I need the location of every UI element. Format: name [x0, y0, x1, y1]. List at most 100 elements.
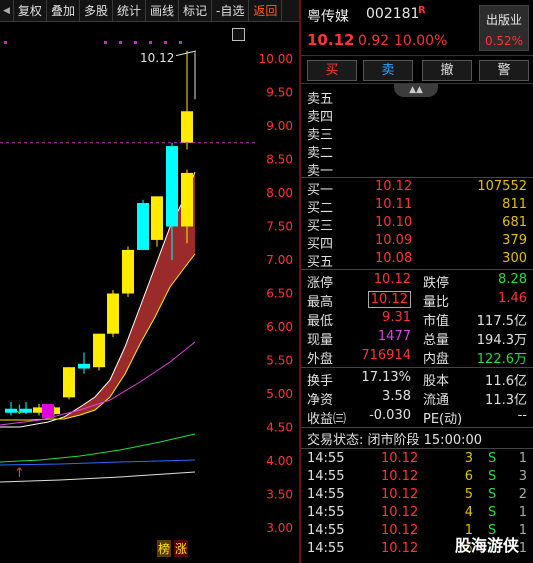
stock-name: 粤传媒 [307, 9, 349, 25]
y-tick-label: 6.50 [266, 287, 293, 301]
y-tick-label: 5.50 [266, 354, 293, 368]
stats-row: 最高 10.12 量比 1.46 [301, 291, 533, 310]
marker-dot [104, 41, 107, 44]
candle-body [137, 203, 149, 250]
bid-price: 10.11 [375, 197, 413, 212]
low-label: 最低 [307, 314, 334, 329]
candle-body [151, 196, 163, 240]
stats-row: 最低 9.31 市值 117.5亿 [301, 310, 533, 329]
y-tick-label: 10.00 [259, 52, 293, 66]
inner-volume-value: 122.6万 [476, 352, 527, 367]
market-cap-value: 117.5亿 [476, 314, 527, 329]
tick-count: 1 [518, 523, 527, 538]
toolbar-huaxian[interactable]: 画线 [146, 0, 179, 22]
y-tick-label: 9.50 [266, 86, 293, 100]
ask-row: 卖一 [301, 160, 533, 179]
total-volume-value: 194.3万 [476, 333, 527, 348]
bid-row[interactable]: 买五 10.08 300 [301, 251, 533, 270]
toolbar-zixuan[interactable]: -自选 [212, 0, 250, 22]
candle-body [181, 172, 193, 227]
bid-price: 10.12 [375, 179, 413, 194]
badge-zhang[interactable]: 涨 [174, 540, 189, 557]
marker-dot [134, 41, 137, 44]
tick-time: 14:55 [307, 541, 345, 556]
buy-button[interactable]: 买 [307, 60, 357, 81]
price-change: 0.92 [358, 33, 390, 49]
tick-time: 14:55 [307, 505, 345, 520]
tick-price: 10.12 [381, 541, 419, 556]
y-tick-label: 3.50 [266, 488, 293, 502]
board-name: 出版业 [485, 13, 522, 27]
badge-bang[interactable]: 榜 [157, 540, 172, 557]
toolbar-diejia[interactable]: 叠加 [47, 0, 80, 22]
sell-button[interactable]: 卖 [363, 60, 413, 81]
tick-count: 2 [518, 487, 527, 502]
bid-price: 10.10 [375, 215, 413, 230]
bid-volume: 107552 [477, 179, 527, 194]
y-tick-label: 8.50 [266, 153, 293, 167]
net-assets-value: 3.58 [382, 389, 411, 404]
tick-volume: 4 [464, 505, 473, 520]
price-change-pct: 10.00% [394, 33, 448, 49]
tick-side: S [488, 487, 497, 502]
eps-label: 收益㈢ [307, 412, 347, 427]
tick-row: 14:55 10.12 3 S 1 [301, 451, 533, 469]
current-volume-label: 现量 [307, 333, 334, 348]
trade-status-text: 交易状态: 闭市阶段 15:00:00 [307, 433, 483, 448]
tick-price: 10.12 [381, 469, 419, 484]
ma120-line [0, 471, 196, 483]
share-capital-value: 11.6亿 [485, 374, 527, 389]
toolbar-tongji[interactable]: 统计 [113, 0, 146, 22]
quote-stats: 涨停 10.12 跌停 8.28 最高 10.12 量比 1.46 最低 9.3… [301, 270, 533, 368]
stats-row: 涨停 10.12 跌停 8.28 [301, 272, 533, 291]
alert-button[interactable]: 警 [479, 60, 529, 81]
industry-board[interactable]: 出版业 0.52% [479, 5, 529, 51]
tick-row: 14:55 10.12 4 S 1 [301, 505, 533, 523]
bid-label: 买一 [307, 183, 334, 198]
max-price-pointer [175, 50, 197, 57]
trade-status: 交易状态: 闭市阶段 15:00:00 [301, 429, 533, 449]
collapse-toggle-icon[interactable]: ▲▲ [394, 84, 438, 97]
toolbar-biaoji[interactable]: 标记 [179, 0, 213, 22]
marker-dot [164, 41, 167, 44]
candle-body [181, 111, 193, 143]
bid-volume: 300 [502, 251, 527, 266]
watermark: 股海游侠 [455, 536, 520, 555]
share-capital-label: 股本 [423, 374, 450, 389]
back-arrow-icon[interactable]: ◀ [0, 0, 14, 22]
market-cap-label: 市值 [423, 314, 450, 329]
marker-dot [149, 41, 152, 44]
toolbar-fuquan[interactable]: 复权 [14, 0, 47, 22]
net-assets-label: 净资 [307, 393, 334, 408]
kline-chart[interactable]: 10.00 9.50 9.00 8.50 8.00 7.50 7.00 6.50 6.00 5.5… [0, 22, 300, 563]
candle-body [93, 333, 105, 368]
stats-row: 净资 3.58 流通 11.3亿 [301, 389, 533, 408]
kline-svg: 10.00 9.50 9.00 8.50 8.00 7.50 7.00 6.50 6.00 5.5… [0, 41, 293, 535]
outer-volume-label: 外盘 [307, 352, 334, 367]
tick-row: 14:55 10.12 5 S 2 [301, 487, 533, 505]
signal-candle [42, 404, 54, 419]
bid-row[interactable]: 买三 10.10 681 [301, 215, 533, 234]
bid-row[interactable]: 买二 10.11 811 [301, 197, 533, 216]
low-value: 9.31 [382, 310, 411, 325]
limit-down-label: 跌停 [423, 276, 450, 291]
toolbar-back-button[interactable]: 返回 [249, 0, 283, 22]
high-label: 最高 [307, 295, 334, 310]
stock-r-tag: R [418, 5, 426, 16]
bid-row[interactable]: 买一 10.12 107552 [301, 179, 533, 198]
candle-body [166, 146, 178, 227]
stats-row: 换手 17.13% 股本 11.6亿 [301, 370, 533, 389]
limit-up-value: 10.12 [373, 272, 411, 287]
bid-row[interactable]: 买四 10.09 379 [301, 233, 533, 252]
ask-orders: 卖五 卖四 卖三 卖二 卖一 [301, 86, 533, 179]
chart-options-checkbox[interactable] [232, 28, 245, 41]
toolbar-duogu[interactable]: 多股 [80, 0, 113, 22]
bid-volume: 379 [502, 233, 527, 248]
cancel-order-button[interactable]: 撤 [422, 60, 472, 81]
tick-volume: 3 [464, 451, 473, 466]
tick-count: 1 [518, 451, 527, 466]
stock-terminal: ◀ 复权 叠加 多股 统计 画线 标记 -自选 返回 10.00 9.50 9.00… [0, 0, 533, 563]
inner-volume-label: 内盘 [423, 352, 450, 367]
tick-time: 14:55 [307, 451, 345, 466]
current-volume-value: 1477 [377, 329, 411, 344]
